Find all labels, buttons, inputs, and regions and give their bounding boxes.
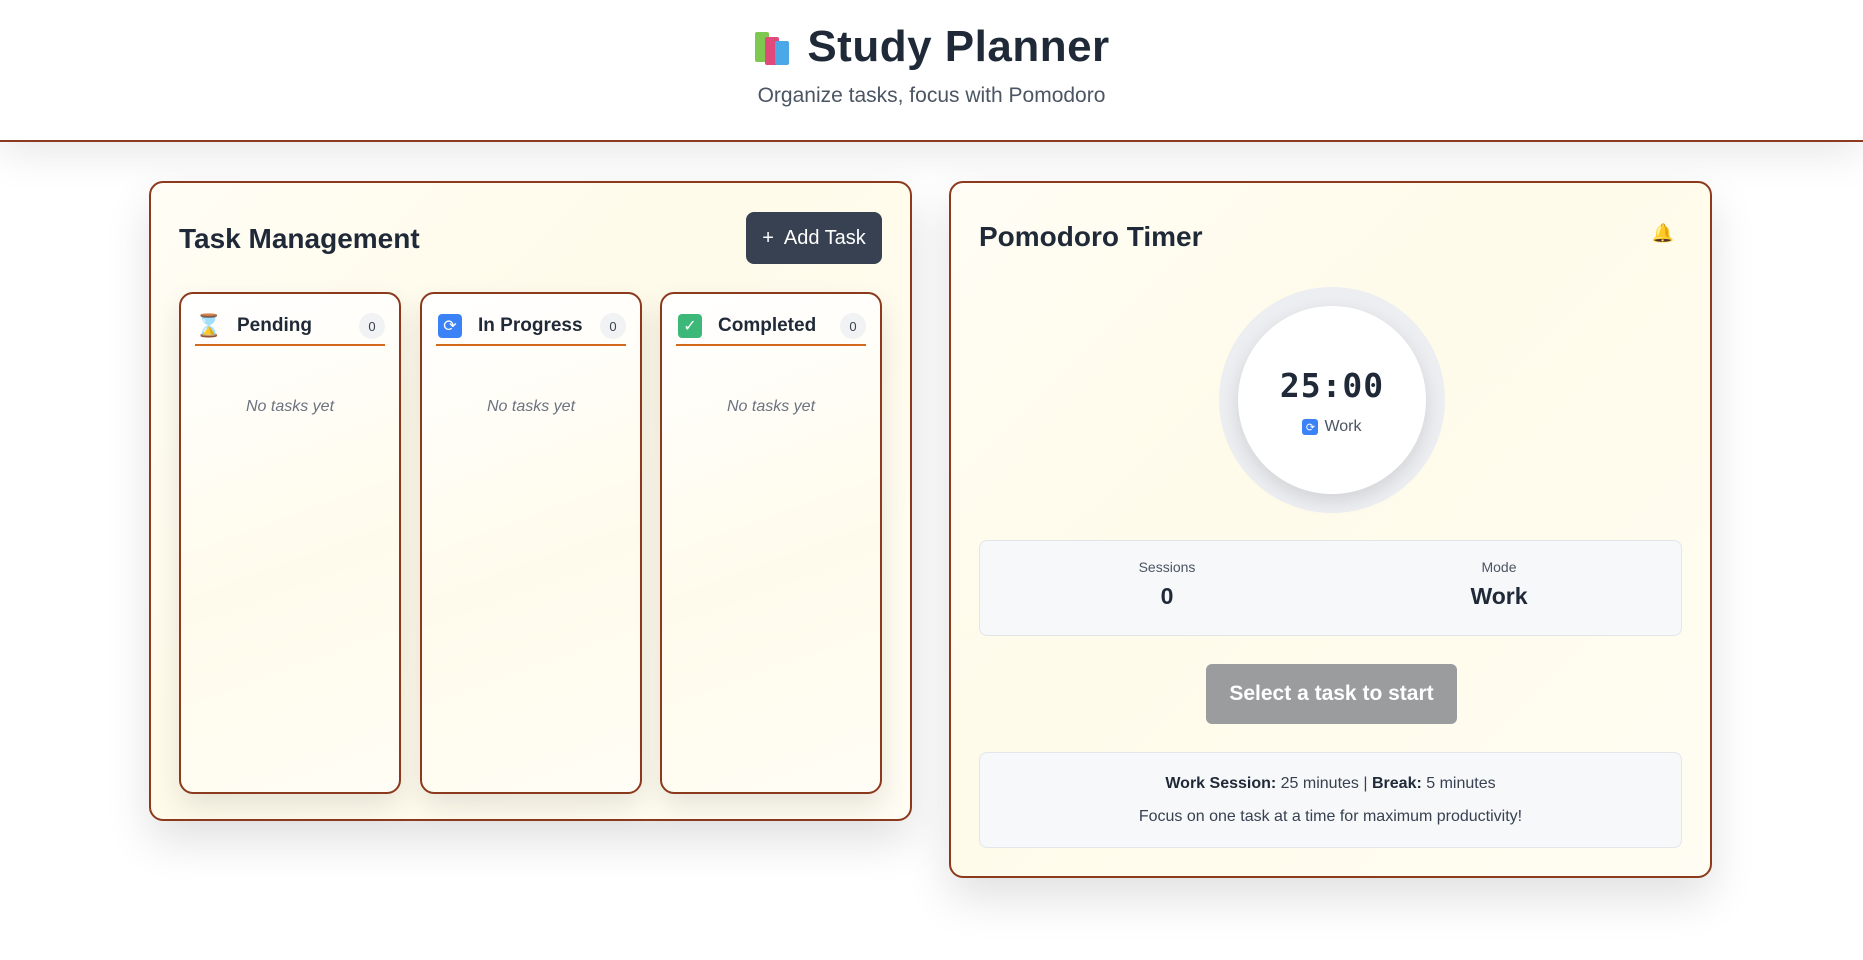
column-count-badge: 0 (840, 313, 866, 339)
timer-ring: 25:00 ⟳ Work (1219, 287, 1445, 513)
break-value: 5 minutes (1426, 775, 1496, 792)
column-count-badge: 0 (359, 313, 385, 339)
mode-value: Work (1470, 583, 1528, 609)
add-task-label: Add Task (783, 226, 866, 249)
task-management-panel: Task Management + Add Task ⌛ Pending 0 N… (149, 181, 912, 821)
work-session-value: 25 minutes (1280, 775, 1359, 792)
hourglass-icon: ⌛ (195, 313, 223, 338)
column-label: In Progress (478, 315, 583, 336)
break-label: Break: (1371, 775, 1422, 792)
session-durations: Work Session: 25 minutes | Break: 5 minu… (980, 775, 1681, 793)
column-pending: ⌛ Pending 0 No tasks yet (179, 292, 401, 794)
timer-face: 25:00 ⟳ Work (1238, 306, 1426, 494)
sessions-value: 0 (1160, 583, 1174, 609)
task-management-title: Task Management (179, 223, 420, 254)
mode-stat: Mode Work (1399, 559, 1599, 610)
empty-state-text: No tasks yet (726, 398, 816, 415)
separator: | (1363, 775, 1368, 792)
column-header: ⌛ Pending 0 (195, 308, 385, 346)
empty-state-text: No tasks yet (486, 398, 576, 415)
session-info: Work Session: 25 minutes | Break: 5 minu… (979, 752, 1682, 848)
pomodoro-timer-panel: Pomodoro Timer 🔔 25:00 ⟳ Work Sessions 0… (949, 181, 1712, 878)
title-row: Study Planner (0, 22, 1863, 72)
bell-icon[interactable]: 🔔 (1652, 223, 1674, 244)
add-task-button[interactable]: + Add Task (746, 212, 882, 264)
sessions-label: Sessions (1138, 559, 1196, 575)
app-title: Study Planner (807, 22, 1110, 71)
work-session-label: Work Session: (1165, 775, 1277, 792)
column-label: Pending (237, 315, 312, 336)
timer-mode-label: Work (1324, 418, 1362, 435)
sessions-stat: Sessions 0 (1067, 559, 1267, 610)
column-header: ⟳ In Progress 0 (436, 308, 626, 346)
timer-stats: Sessions 0 Mode Work (979, 540, 1682, 636)
app-subtitle: Organize tasks, focus with Pomodoro (757, 84, 1106, 107)
column-header: ✓ Completed 0 (676, 308, 866, 346)
start-timer-button[interactable]: Select a task to start (1206, 664, 1457, 724)
empty-state-text: No tasks yet (245, 398, 335, 415)
column-in-progress: ⟳ In Progress 0 No tasks yet (420, 292, 642, 794)
timer-mode-indicator: ⟳ Work (1238, 418, 1426, 436)
mode-label: Mode (1481, 559, 1517, 575)
column-count-badge: 0 (600, 313, 626, 339)
productivity-tip: Focus on one task at a time for maximum … (1138, 808, 1523, 825)
column-completed: ✓ Completed 0 No tasks yet (660, 292, 882, 794)
check-icon: ✓ (678, 314, 702, 338)
plus-icon: + (762, 226, 774, 249)
refresh-icon: ⟳ (1302, 419, 1319, 435)
pomodoro-timer-title: Pomodoro Timer (979, 221, 1203, 252)
app-header: Study Planner Organize tasks, focus with… (0, 0, 1863, 142)
refresh-icon: ⟳ (438, 314, 462, 338)
timer-display: 25:00 (1279, 366, 1385, 405)
books-icon (753, 29, 793, 65)
column-label: Completed (718, 315, 817, 336)
